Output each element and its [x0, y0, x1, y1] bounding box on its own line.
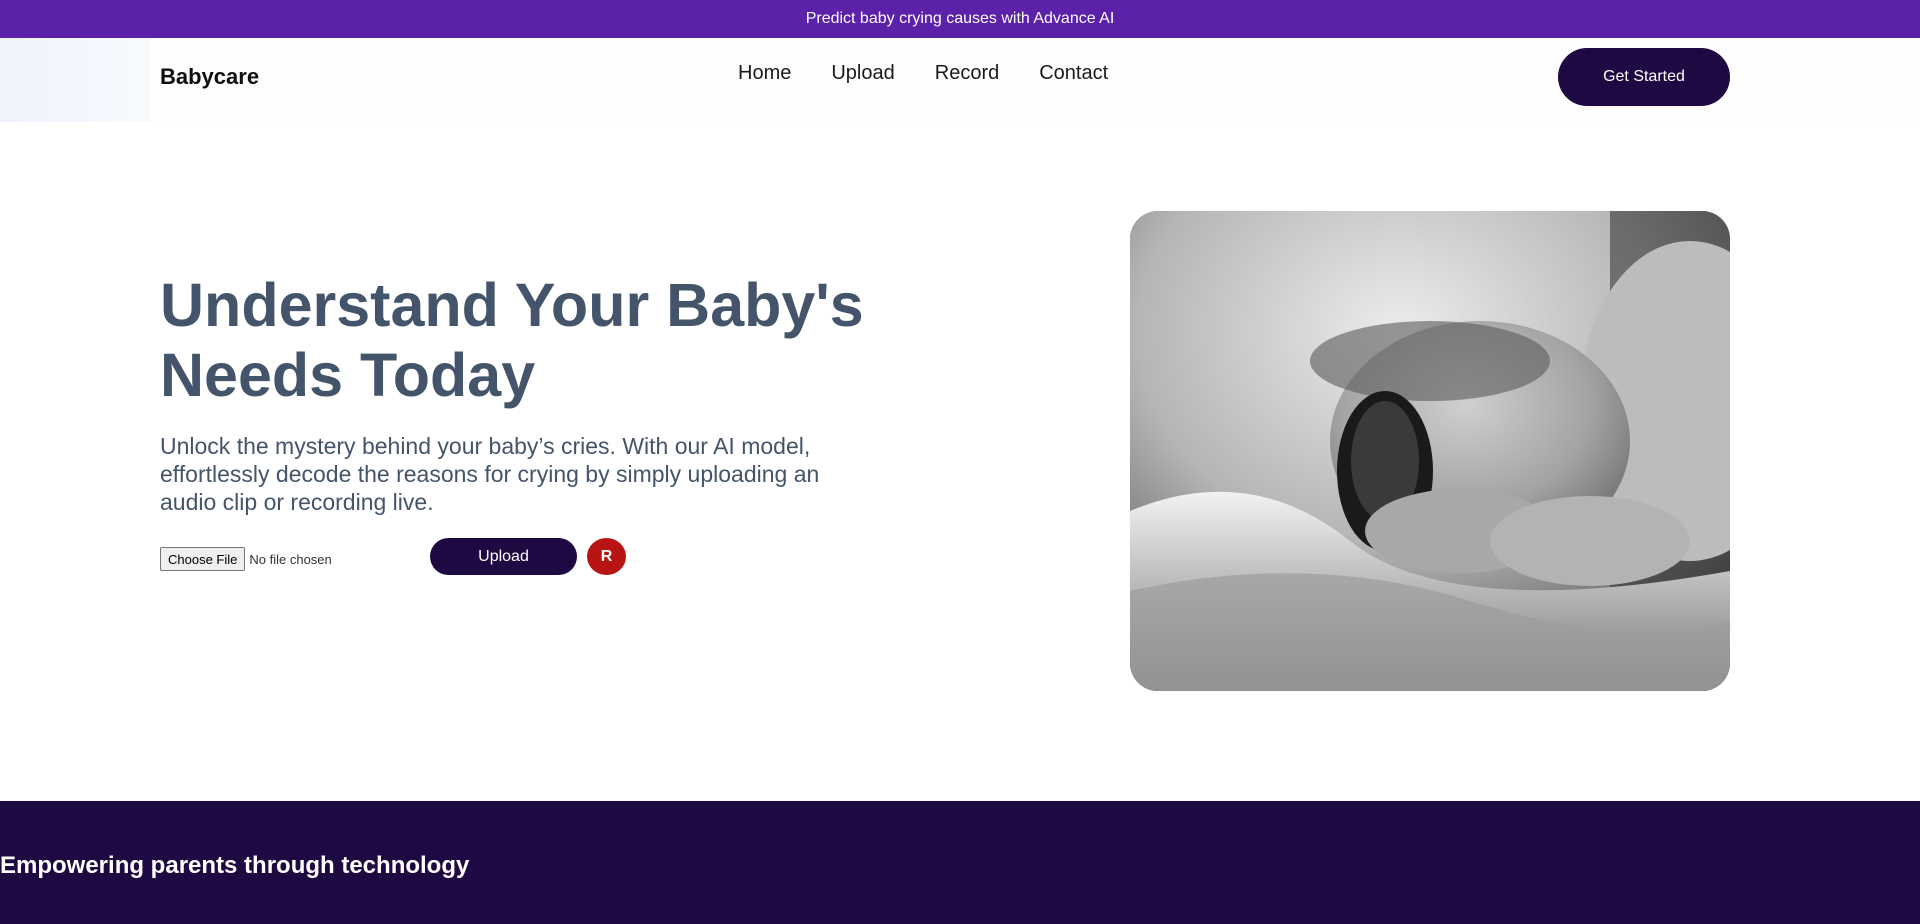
nav-link-upload[interactable]: Upload [831, 62, 894, 85]
brand-logo[interactable]: Babycare [160, 64, 259, 90]
record-button[interactable]: R [587, 538, 626, 575]
hero-description: Unlock the mystery behind your baby’s cr… [160, 433, 820, 515]
crying-baby-illustration [1130, 211, 1730, 691]
nav-link-contact[interactable]: Contact [1039, 62, 1108, 85]
footer-title: Empowering parents through technology [0, 852, 470, 879]
get-started-button[interactable]: Get Started [1558, 48, 1730, 106]
nav-link-record[interactable]: Record [935, 62, 999, 85]
footer-section: Empowering parents through technology [0, 801, 1920, 924]
upload-button[interactable]: Upload [430, 538, 577, 575]
hero-title: Understand Your Baby's Needs Today [160, 270, 920, 410]
nav-links: Home Upload Record Contact [738, 62, 1108, 85]
hero-title-line-2: Needs Today [160, 341, 536, 409]
file-input: Choose File No file chosen [160, 547, 332, 571]
file-status-text: No file chosen [249, 551, 332, 567]
banner-text: Predict baby crying causes with Advance … [805, 10, 1115, 27]
top-announcement-banner: Predict baby crying causes with Advance … [0, 0, 1920, 38]
hero-title-line-1: Understand Your Baby's [160, 271, 864, 339]
choose-file-button[interactable]: Choose File [160, 547, 246, 571]
nav-link-home[interactable]: Home [738, 62, 791, 85]
crying-baby-photo [1130, 211, 1730, 691]
